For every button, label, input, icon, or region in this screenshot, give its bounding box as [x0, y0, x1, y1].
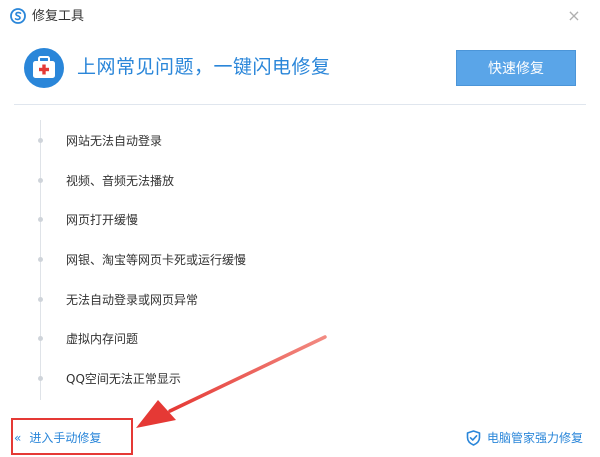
issue-item: 视频、音频无法播放 — [66, 174, 175, 188]
list-bullet — [38, 297, 43, 302]
manual-repair-link[interactable]: « 进入手动修复 — [14, 430, 101, 446]
first-aid-kit-icon — [24, 48, 64, 88]
list-bullet — [38, 336, 43, 341]
list-bullet — [38, 138, 43, 143]
close-button[interactable]: × — [562, 4, 586, 28]
window-title: 修复工具 — [32, 9, 85, 24]
app-logo-icon — [10, 8, 26, 24]
header-divider — [14, 104, 586, 105]
headline: 上网常见问题，一键闪电修复 — [77, 56, 331, 78]
list-bullet — [38, 257, 43, 262]
list-bullet — [38, 376, 43, 381]
list-bullet — [38, 217, 43, 222]
manual-repair-label: 进入手动修复 — [29, 431, 102, 445]
issue-item: QQ空间无法正常显示 — [66, 372, 181, 386]
pc-manager-repair-link[interactable]: 电脑管家强力修复 — [487, 430, 583, 446]
list-bullet — [38, 178, 43, 183]
issue-item: 网银、淘宝等网页卡死或运行缓慢 — [66, 253, 247, 267]
issue-item: 虚拟内存问题 — [66, 332, 139, 346]
chevron-left-icon: « — [14, 431, 22, 445]
issue-item: 无法自动登录或网页异常 — [66, 293, 199, 307]
title-bar: 修复工具 × — [0, 0, 600, 34]
issue-item: 网站无法自动登录 — [66, 134, 163, 148]
quick-fix-button[interactable]: 快速修复 — [456, 50, 576, 86]
shield-check-icon — [466, 430, 481, 446]
issue-item: 网页打开缓慢 — [66, 213, 139, 227]
